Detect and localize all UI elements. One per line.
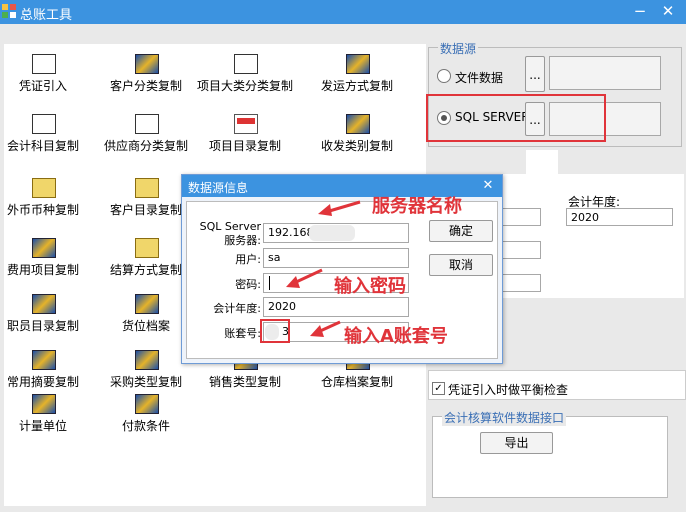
dialog-close-button[interactable]: ✕ [478, 176, 498, 196]
tool-label: 职员目录复制 [6, 319, 79, 333]
tool-2[interactable]: 客户分类复制 [91, 54, 201, 104]
white-tab-block [526, 150, 558, 174]
account-set-annotation: 输入A账套号 [344, 326, 448, 347]
cancel-button[interactable]: 取消 [429, 254, 493, 276]
user-label: 用户: [235, 253, 261, 266]
document-icon [234, 54, 258, 74]
ok-button[interactable]: 确定 [429, 220, 493, 242]
tool-label: 供应商分类复制 [103, 139, 188, 153]
settings-field-2[interactable] [501, 241, 541, 259]
file-path-field[interactable] [549, 56, 661, 90]
tool-6[interactable]: 供应商分类复制 [91, 114, 201, 164]
folder-icon [135, 178, 159, 198]
tool-label: 费用项目复制 [6, 263, 79, 277]
minimize-button[interactable]: − [628, 0, 652, 22]
sql-highlight-box [426, 94, 606, 142]
tool-7[interactable]: 项目目录复制 [190, 114, 300, 164]
window-title: 总账工具 [20, 8, 73, 23]
tool-label: 常用摘要复制 [6, 375, 79, 389]
tool-label: 项目大类分类复制 [196, 79, 293, 93]
tool-label: 客户分类复制 [109, 79, 182, 93]
fiscal-year-field[interactable]: 2020 [566, 208, 673, 226]
dialog-title: 数据源信息 [188, 181, 249, 195]
dialog-fiscal-year-label: 会计年度: [213, 302, 261, 315]
image-icon [32, 294, 56, 314]
tool-17[interactable]: 职员目录复制 [0, 294, 98, 344]
tool-label: 项目目录复制 [208, 139, 281, 153]
image-icon [32, 394, 56, 414]
balance-check-checkbox[interactable]: ✓ [432, 382, 445, 395]
account-set-label: 账套号: [224, 327, 261, 340]
file-data-label: 文件数据 [455, 71, 504, 85]
document-icon [32, 114, 56, 134]
tool-25[interactable]: 计量单位 [0, 394, 98, 444]
tool-4[interactable]: 发运方式复制 [302, 54, 412, 104]
tool-label: 付款条件 [121, 419, 170, 433]
balance-check-label: 凭证引入时做平衡检查 [448, 383, 569, 397]
tool-5[interactable]: 会计科目复制 [0, 114, 98, 164]
dialog-fiscal-year-field[interactable]: 2020 [263, 297, 409, 317]
settings-field-1[interactable] [501, 208, 541, 226]
image-icon [135, 54, 159, 74]
tool-13[interactable]: 费用项目复制 [0, 238, 98, 288]
server-label-line2: 服务器: [224, 234, 261, 247]
document-icon [32, 54, 56, 74]
account-set-highlight [260, 319, 290, 343]
tool-label: 采购类型复制 [109, 375, 182, 389]
password-label: 密码: [235, 278, 261, 291]
image-icon [346, 54, 370, 74]
export-group-label: 会计核算软件数据接口 [442, 409, 567, 426]
menu-icon [234, 114, 258, 134]
password-annotation: 输入密码 [334, 276, 406, 297]
tool-label: 会计科目复制 [6, 139, 79, 153]
folder-icon [32, 178, 56, 198]
tool-label: 外币币种复制 [6, 203, 79, 217]
server-name-annotation: 服务器名称 [372, 196, 462, 217]
tool-label: 凭证引入 [18, 79, 67, 93]
tool-3[interactable]: 项目大类分类复制 [190, 54, 300, 104]
file-browse-button[interactable]: ... [525, 56, 545, 92]
folder-icon [135, 238, 159, 258]
tool-label: 发运方式复制 [320, 79, 393, 93]
image-icon [135, 294, 159, 314]
file-data-radio[interactable] [437, 69, 451, 83]
export-group [432, 416, 668, 498]
chart-icon [135, 114, 159, 134]
tool-label: 收发类别复制 [320, 139, 393, 153]
tool-label: 计量单位 [18, 419, 67, 433]
tool-1[interactable]: 凭证引入 [0, 54, 98, 104]
settings-field-3[interactable] [501, 274, 541, 292]
user-field[interactable]: sa [263, 248, 409, 268]
datasource-group-label: 数据源 [438, 40, 479, 57]
tool-label: 仓库档案复制 [320, 375, 393, 389]
close-button[interactable]: ✕ [656, 0, 680, 22]
image-icon [346, 114, 370, 134]
password-caret [269, 276, 270, 290]
tool-8[interactable]: 收发类别复制 [302, 114, 412, 164]
title-bar: 总账工具 − ✕ [0, 0, 686, 24]
export-button[interactable]: 导出 [480, 432, 553, 454]
image-icon [135, 394, 159, 414]
server-redaction [309, 225, 355, 241]
app-icon [2, 4, 16, 18]
image-icon [32, 238, 56, 258]
image-icon [32, 350, 56, 370]
tool-21[interactable]: 常用摘要复制 [0, 350, 98, 400]
tool-label: 销售类型复制 [208, 375, 281, 389]
tool-26[interactable]: 付款条件 [91, 394, 201, 444]
tool-9[interactable]: 外币币种复制 [0, 178, 98, 228]
image-icon [135, 350, 159, 370]
